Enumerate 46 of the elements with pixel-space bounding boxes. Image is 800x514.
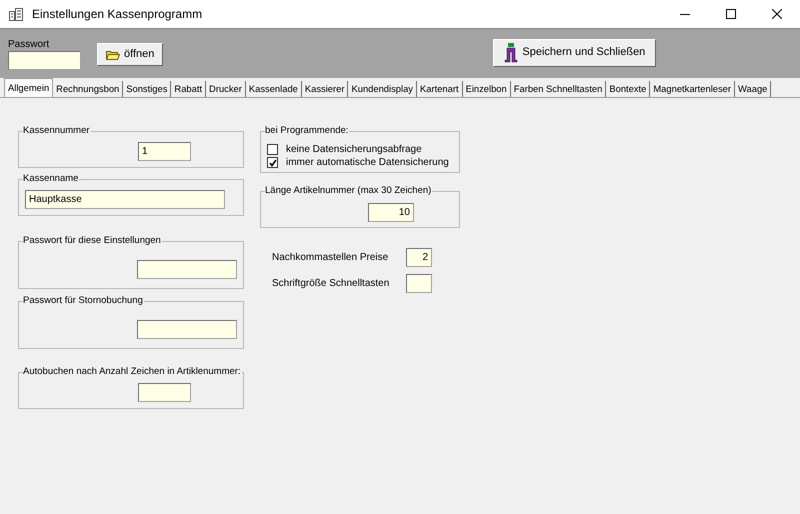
password-label: Passwort [8,39,50,51]
check-icon [268,158,276,166]
group-label: Passwort für Stornobuchung [23,295,144,306]
settings-tab[interactable]: Kartenart [417,81,463,97]
checkbox[interactable] [267,144,278,155]
group-label: Kassenname [23,173,80,184]
field-label: Schriftgröße Schnelltasten [272,278,390,290]
checkbox-label: immer automatische Datensicherung [286,156,449,168]
settings-tab[interactable]: Kassenlade [246,81,302,97]
text-field[interactable]: 2 [406,248,432,267]
text-field[interactable]: Hauptkasse [25,190,225,209]
close-icon [772,9,782,19]
window-title: Einstellungen Kassenprogramm [32,6,204,22]
settings-tab[interactable]: Drucker [206,81,246,97]
text-field[interactable]: 10 [368,203,414,222]
folder-icon [106,49,120,60]
field-label: Nachkommastellen Preise [272,252,388,264]
settings-tab[interactable]: Rabatt [171,81,206,97]
text-field[interactable] [137,320,237,339]
settings-tab[interactable]: Einzelbon [462,81,511,97]
group-label: Länge Artikelnummer (max 30 Zeichen) [265,185,432,196]
checkbox[interactable] [267,157,278,168]
text-field[interactable] [137,260,237,279]
settings-tab[interactable]: Farben Schnelltasten [510,81,606,97]
group-label: Autobuchen nach Anzahl Zeichen in Artiklenummer: [23,366,242,378]
open-button[interactable]: öffnen [97,43,164,66]
settings-tab[interactable]: Bontexte [606,81,650,97]
group-label: bei Programmende: [265,125,350,136]
checkbox-label: keine Datensicherungsabfrage [286,144,422,156]
password-field[interactable] [8,51,81,70]
save-close-button[interactable]: Speichern und Schließen [493,39,656,67]
app-icon [8,6,24,22]
maximize-icon [726,9,736,19]
settings-tab[interactable]: Kundendisplay [348,81,417,97]
text-field[interactable] [406,274,432,293]
group-label: Passwort für diese Einstellungen [23,235,162,246]
group-label: Kassennummer [23,125,91,136]
settings-tab[interactable]: Allgemein [4,78,54,97]
person-icon [504,43,518,63]
text-field[interactable] [138,383,191,402]
settings-tab[interactable]: Sonstiges [123,81,172,97]
text-field[interactable]: 1 [138,142,191,161]
settings-tab[interactable]: Rechnungsbon [53,81,124,97]
settings-tab[interactable]: Kassierer [302,81,348,97]
settings-tab[interactable]: Waage [735,81,772,97]
settings-tab[interactable]: Magnetkartenleser [650,81,736,97]
